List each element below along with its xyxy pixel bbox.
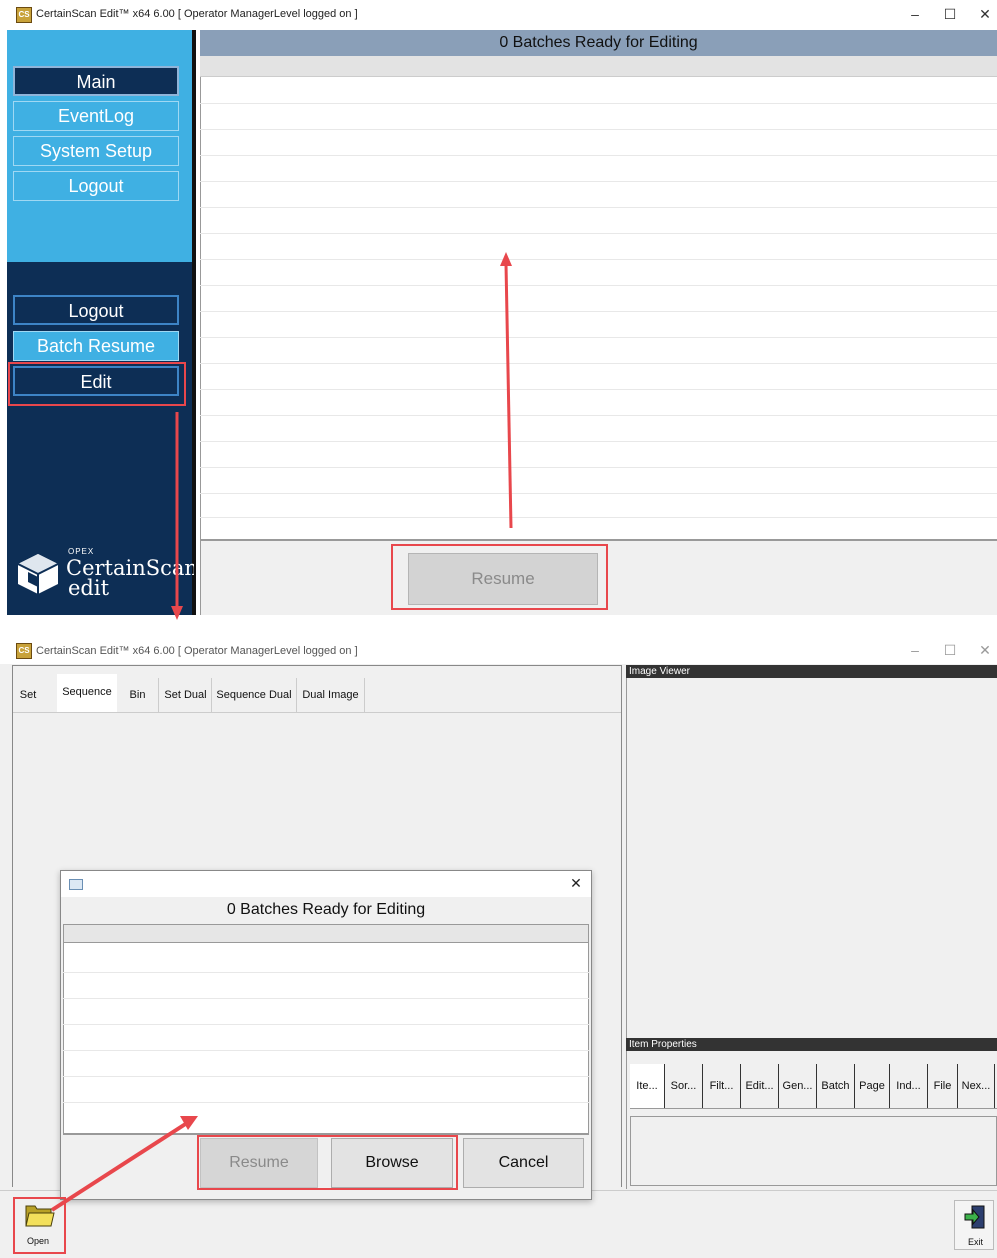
tab-dual-image[interactable]: Dual Image bbox=[297, 678, 365, 712]
dialog-grid-line bbox=[63, 1024, 589, 1025]
dialog-window-icon bbox=[69, 879, 83, 890]
prop-tab-content bbox=[630, 1116, 997, 1186]
prop-tab-index[interactable]: Ind... bbox=[889, 1064, 927, 1108]
prop-tab-item[interactable]: Ite... bbox=[630, 1064, 664, 1108]
bottom-title-bar: CS CertainScan Edit™ x64 6.00 [ Operator… bbox=[0, 638, 997, 664]
exit-button[interactable]: Exit bbox=[954, 1200, 994, 1250]
tab-sequence-dual[interactable]: Sequence Dual bbox=[212, 678, 297, 712]
dialog-grid-header bbox=[63, 924, 589, 943]
item-properties-header: Item Properties bbox=[626, 1038, 997, 1051]
prop-tab-general[interactable]: Gen... bbox=[778, 1064, 816, 1108]
minimize-icon[interactable]: – bbox=[900, 642, 930, 658]
exit-door-icon bbox=[964, 1205, 985, 1229]
dialog-grid-line bbox=[63, 972, 589, 973]
image-viewer-pane bbox=[626, 678, 997, 1038]
prop-tab-file[interactable]: File bbox=[927, 1064, 957, 1108]
dialog-grid-line bbox=[63, 1076, 589, 1077]
prop-tab-next[interactable]: Nex... bbox=[957, 1064, 995, 1108]
close-icon[interactable]: ✕ bbox=[970, 642, 997, 659]
dialog-cancel-button[interactable]: Cancel bbox=[463, 1138, 584, 1188]
bottom-window-title: CertainScan Edit™ x64 6.00 [ Operator Ma… bbox=[36, 645, 358, 657]
tab-sequence[interactable]: Sequence bbox=[57, 674, 117, 714]
prop-tab-batch[interactable]: Batch bbox=[816, 1064, 854, 1108]
tab-set-dual[interactable]: Set Dual bbox=[160, 678, 212, 712]
prop-tab-sort[interactable]: Sor... bbox=[664, 1064, 702, 1108]
annotation-resume-browse-highlight bbox=[197, 1135, 458, 1190]
app-icon: CS bbox=[16, 643, 32, 659]
prop-tab-edit[interactable]: Edit... bbox=[740, 1064, 778, 1108]
image-viewer-header: Image Viewer bbox=[626, 665, 997, 678]
prop-tab-filter[interactable]: Filt... bbox=[702, 1064, 740, 1108]
tab-bin[interactable]: Bin bbox=[117, 678, 159, 712]
prop-tab-page[interactable]: Page bbox=[854, 1064, 889, 1108]
dialog-grid-line bbox=[63, 998, 589, 999]
tab-set[interactable]: Set bbox=[14, 678, 42, 712]
dialog-title-bar: ✕ bbox=[61, 871, 591, 897]
annotation-arrow-open bbox=[50, 1116, 198, 1212]
dialog-grid-line bbox=[63, 1050, 589, 1051]
dialog-header: 0 Batches Ready for Editing bbox=[61, 897, 591, 923]
exit-label: Exit bbox=[968, 1237, 984, 1247]
dialog-close-icon[interactable]: ✕ bbox=[561, 875, 591, 892]
maximize-icon[interactable]: ☐ bbox=[935, 642, 965, 659]
